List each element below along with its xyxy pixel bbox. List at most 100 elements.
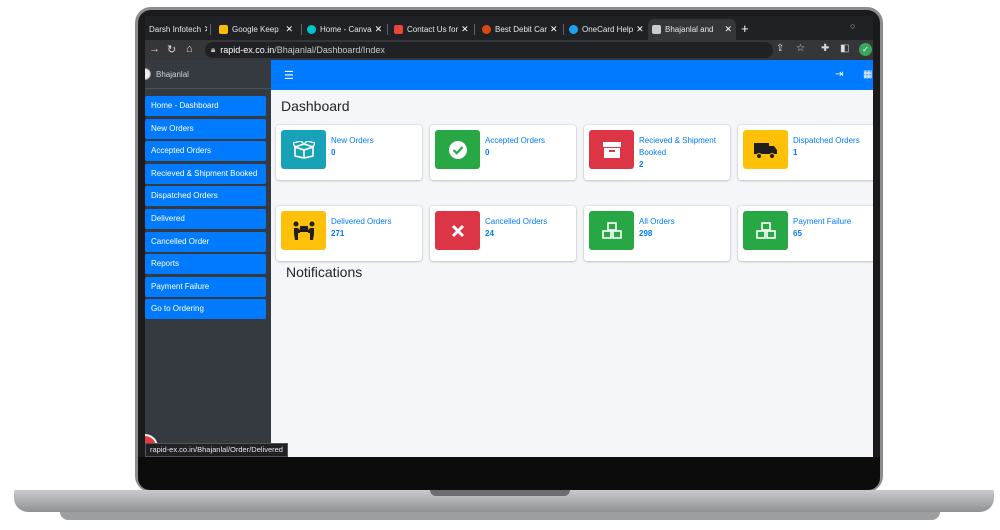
url-path: /Bhajanlal/Dashboard/Index: [274, 45, 385, 55]
twitter-icon: [569, 25, 578, 34]
close-tab-icon[interactable]: ✕: [201, 24, 207, 35]
grid-icon[interactable]: ▦: [863, 69, 872, 80]
site-favicon-icon: [652, 25, 661, 34]
forward-icon[interactable]: →: [149, 43, 160, 55]
close-tab-icon[interactable]: ✕: [721, 24, 732, 35]
site-favicon-icon: [482, 25, 491, 34]
check-circle-icon: [435, 130, 480, 169]
laptop-shadow: [60, 512, 940, 520]
top-navbar: ☰ ⇥ ▦: [271, 60, 873, 90]
tab-title: Home - Canva: [320, 25, 372, 34]
sidebar-item-new-orders[interactable]: New Orders: [145, 118, 266, 139]
card-accepted-orders[interactable]: Accepted Orders 0: [430, 125, 576, 180]
page-title: Dashboard: [281, 98, 350, 114]
card-value: 1: [793, 148, 798, 157]
card-shipment-booked[interactable]: Recieved & Shipment Booked 2: [584, 125, 730, 180]
card-label: Cancelled Orders: [485, 217, 548, 226]
url-domain: rapid-ex.co.in: [220, 45, 275, 55]
browser-tab[interactable]: Contact Us for ✕: [390, 19, 470, 40]
avatar: [145, 68, 151, 80]
card-all-orders[interactable]: All Orders 298: [584, 206, 730, 261]
extensions-icon[interactable]: ✚: [821, 43, 829, 54]
logout-icon[interactable]: ⇥: [835, 69, 843, 80]
lock-icon: 🔒︎: [211, 45, 216, 54]
browser-tab[interactable]: Darsh Infotech ✕: [145, 19, 207, 40]
browser-tab[interactable]: Home - Canva ✕: [303, 19, 385, 40]
card-value: 24: [485, 229, 494, 238]
tab-title: Best Debit Car: [495, 25, 548, 34]
sidebar-item-delivered[interactable]: Delivered: [145, 208, 266, 229]
card-label: Dispatched Orders: [793, 136, 860, 145]
tab-title: Contact Us for: [407, 25, 459, 34]
main-content: Dashboard New Orders 0 Accepted Orders 0…: [271, 90, 873, 457]
card-payment-failure[interactable]: Payment Failure 65: [738, 206, 873, 261]
tab-title: Darsh Infotech: [149, 25, 202, 34]
browser-tab[interactable]: Google Keep ✕: [215, 19, 297, 40]
share-icon[interactable]: ⇪: [776, 43, 784, 54]
site-favicon-icon: [394, 25, 403, 34]
cubes-icon: [589, 211, 634, 250]
new-tab-icon[interactable]: +: [741, 21, 749, 36]
google-keep-icon: [219, 25, 228, 34]
card-delivered-orders[interactable]: Delivered Orders 271: [276, 206, 422, 261]
card-label: Payment Failure: [793, 217, 852, 226]
sidebar-item-dispatched-orders[interactable]: Dispatched Orders: [145, 186, 266, 207]
card-new-orders[interactable]: New Orders 0: [276, 125, 422, 180]
card-value: 271: [331, 229, 345, 238]
box-icon: [589, 130, 634, 169]
card-value: 65: [793, 229, 802, 238]
card-label: Accepted Orders: [485, 136, 546, 145]
card-cancelled-orders[interactable]: Cancelled Orders 24: [430, 206, 576, 261]
card-value: 0: [331, 148, 336, 157]
screen: Darsh Infotech ✕ Google Keep ✕ Home - Ca…: [145, 16, 873, 457]
window-control-icon[interactable]: ○: [850, 21, 855, 31]
browser-tab[interactable]: OneCard Help ✕: [565, 19, 647, 40]
brand-name: Bhajanlal: [156, 69, 189, 79]
close-tab-icon[interactable]: ✕: [458, 24, 469, 35]
card-label: All Orders: [639, 217, 675, 226]
status-bar-url: rapid-ex.co.in/Bhajanlal/Order/Delivered: [145, 443, 288, 457]
reload-icon[interactable]: ↻: [167, 43, 176, 56]
card-label: Recieved & Shipment Booked: [639, 136, 716, 157]
browser-tab-bar: Darsh Infotech ✕ Google Keep ✕ Home - Ca…: [145, 16, 873, 40]
sidebar-item-reports[interactable]: Reports: [145, 254, 266, 275]
sidebar-toggle-icon[interactable]: ◧: [840, 43, 849, 54]
close-tab-icon[interactable]: ✕: [282, 24, 293, 35]
close-tab-icon[interactable]: ✕: [633, 24, 644, 35]
sidebar-menu: Home - Dashboard New Orders Accepted Ord…: [145, 96, 271, 322]
open-box-icon: [281, 130, 326, 169]
sidebar-item-accepted-orders[interactable]: Accepted Orders: [145, 141, 266, 162]
close-tab-icon[interactable]: ✕: [547, 24, 558, 35]
laptop-notch: [430, 490, 570, 496]
card-label: Delivered Orders: [331, 217, 392, 226]
hamburger-menu-icon[interactable]: ☰: [284, 69, 294, 82]
sidebar-item-payment-failure[interactable]: Payment Failure: [145, 276, 266, 297]
sidebar-item-go-to-ordering[interactable]: Go to Ordering: [145, 299, 266, 320]
truck-icon: [743, 130, 788, 169]
card-value: 0: [485, 148, 490, 157]
tab-title: Bhajanlal and: [665, 25, 714, 34]
browser-tab-active[interactable]: Bhajanlal and ✕: [648, 19, 736, 40]
notifications-title: Notifications: [286, 264, 363, 280]
profile-avatar-icon[interactable]: ✓: [859, 43, 872, 56]
card-label: New Orders: [331, 136, 374, 145]
canva-icon: [307, 25, 316, 34]
browser-tab[interactable]: Best Debit Car ✕: [478, 19, 560, 40]
close-icon: [435, 211, 480, 250]
cubes-icon: [743, 211, 788, 250]
star-icon[interactable]: ☆: [796, 43, 805, 54]
address-bar[interactable]: 🔒︎ rapid-ex.co.in/Bhajanlal/Dashboard/In…: [205, 42, 773, 58]
card-dispatched-orders[interactable]: Dispatched Orders 1: [738, 125, 873, 180]
browser-toolbar: → ↻ ⌂ 🔒︎ rapid-ex.co.in/Bhajanlal/Dashbo…: [145, 40, 873, 60]
close-tab-icon[interactable]: ✕: [372, 24, 383, 35]
card-value: 2: [639, 160, 644, 169]
people-carry-icon: [281, 211, 326, 250]
sidebar-brand[interactable]: Bhajanlal: [145, 60, 271, 89]
sidebar-item-cancelled-order[interactable]: Cancelled Order: [145, 231, 266, 252]
tab-title: Google Keep: [232, 25, 279, 34]
sidebar-item-shipment-booked[interactable]: Recieved & Shipment Booked: [145, 163, 266, 184]
laptop-bezel: [138, 457, 880, 490]
home-icon[interactable]: ⌂: [186, 43, 193, 55]
tab-title: OneCard Help: [582, 25, 634, 34]
sidebar-item-home-dashboard[interactable]: Home - Dashboard: [145, 96, 266, 116]
